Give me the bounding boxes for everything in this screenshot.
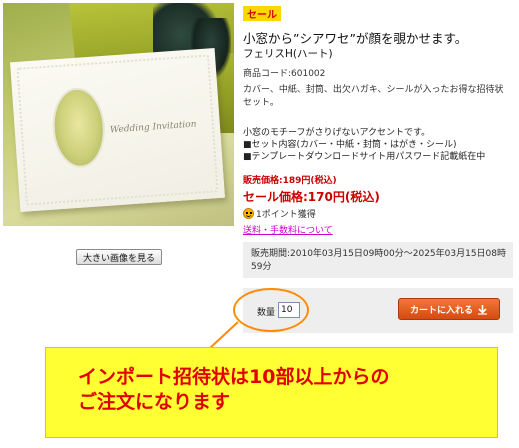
notice-line: ご注文になります <box>78 391 231 413</box>
detail-line: 小窓のモチーフがさりげないアクセントです。 <box>243 128 431 138</box>
sale-price: セール価格:170円(税込) <box>243 190 380 204</box>
view-large-image-button[interactable]: 大きい画像を見る <box>76 249 162 265</box>
product-details: 小窓のモチーフがさりげないアクセントです。 ■セット内容(カバー・中紙・封筒・は… <box>243 127 513 163</box>
sale-badge: セール <box>243 6 281 21</box>
product-code: 商品コード:601002 <box>243 69 326 79</box>
points-text: 1ポイント獲得 <box>256 210 316 220</box>
shipping-fee-link[interactable]: 送料・手数料について <box>243 223 333 236</box>
detail-line: ■セット内容(カバー・中紙・封筒・はがき・シール) <box>243 140 457 150</box>
add-to-cart-button[interactable]: カートに入れる <box>398 298 500 320</box>
callout-ellipse <box>233 288 309 332</box>
add-to-cart-label: カートに入れる <box>409 305 473 316</box>
catch-copy: 小窓から”シアワセ”が顔を覗かせます。 <box>243 31 468 46</box>
sale-period: 販売期間:2010年03月15日09時00分～2025年03月15日08時59分 <box>251 249 507 272</box>
product-image[interactable]: Wedding Invitation <box>3 3 234 226</box>
product-description: カバー、中紙、封筒、出欠ハガキ、シールが入ったお得な招待状セット。 <box>243 85 504 108</box>
regular-price: 販売価格:189円(税込) <box>243 176 337 186</box>
points-row: 1ポイント獲得 <box>243 207 316 220</box>
smile-icon <box>243 208 254 219</box>
notice-box: インポート招待状は10部以上からの ご注文になります <box>45 347 498 438</box>
sale-period-box: 販売期間:2010年03月15日09時00分～2025年03月15日08時59分 <box>243 242 513 278</box>
product-name: フェリスH(ハート) <box>243 48 333 60</box>
invitation-card: Wedding Invitation <box>10 48 225 212</box>
notice-line: インポート招待状は10部以上からの <box>78 366 390 388</box>
detail-line: ■テンプレートダウンロードサイト用パスワード記載紙在中 <box>243 152 486 162</box>
notice-text: インポート招待状は10部以上からの ご注文になります <box>78 365 488 415</box>
arrow-down-icon <box>478 304 487 315</box>
